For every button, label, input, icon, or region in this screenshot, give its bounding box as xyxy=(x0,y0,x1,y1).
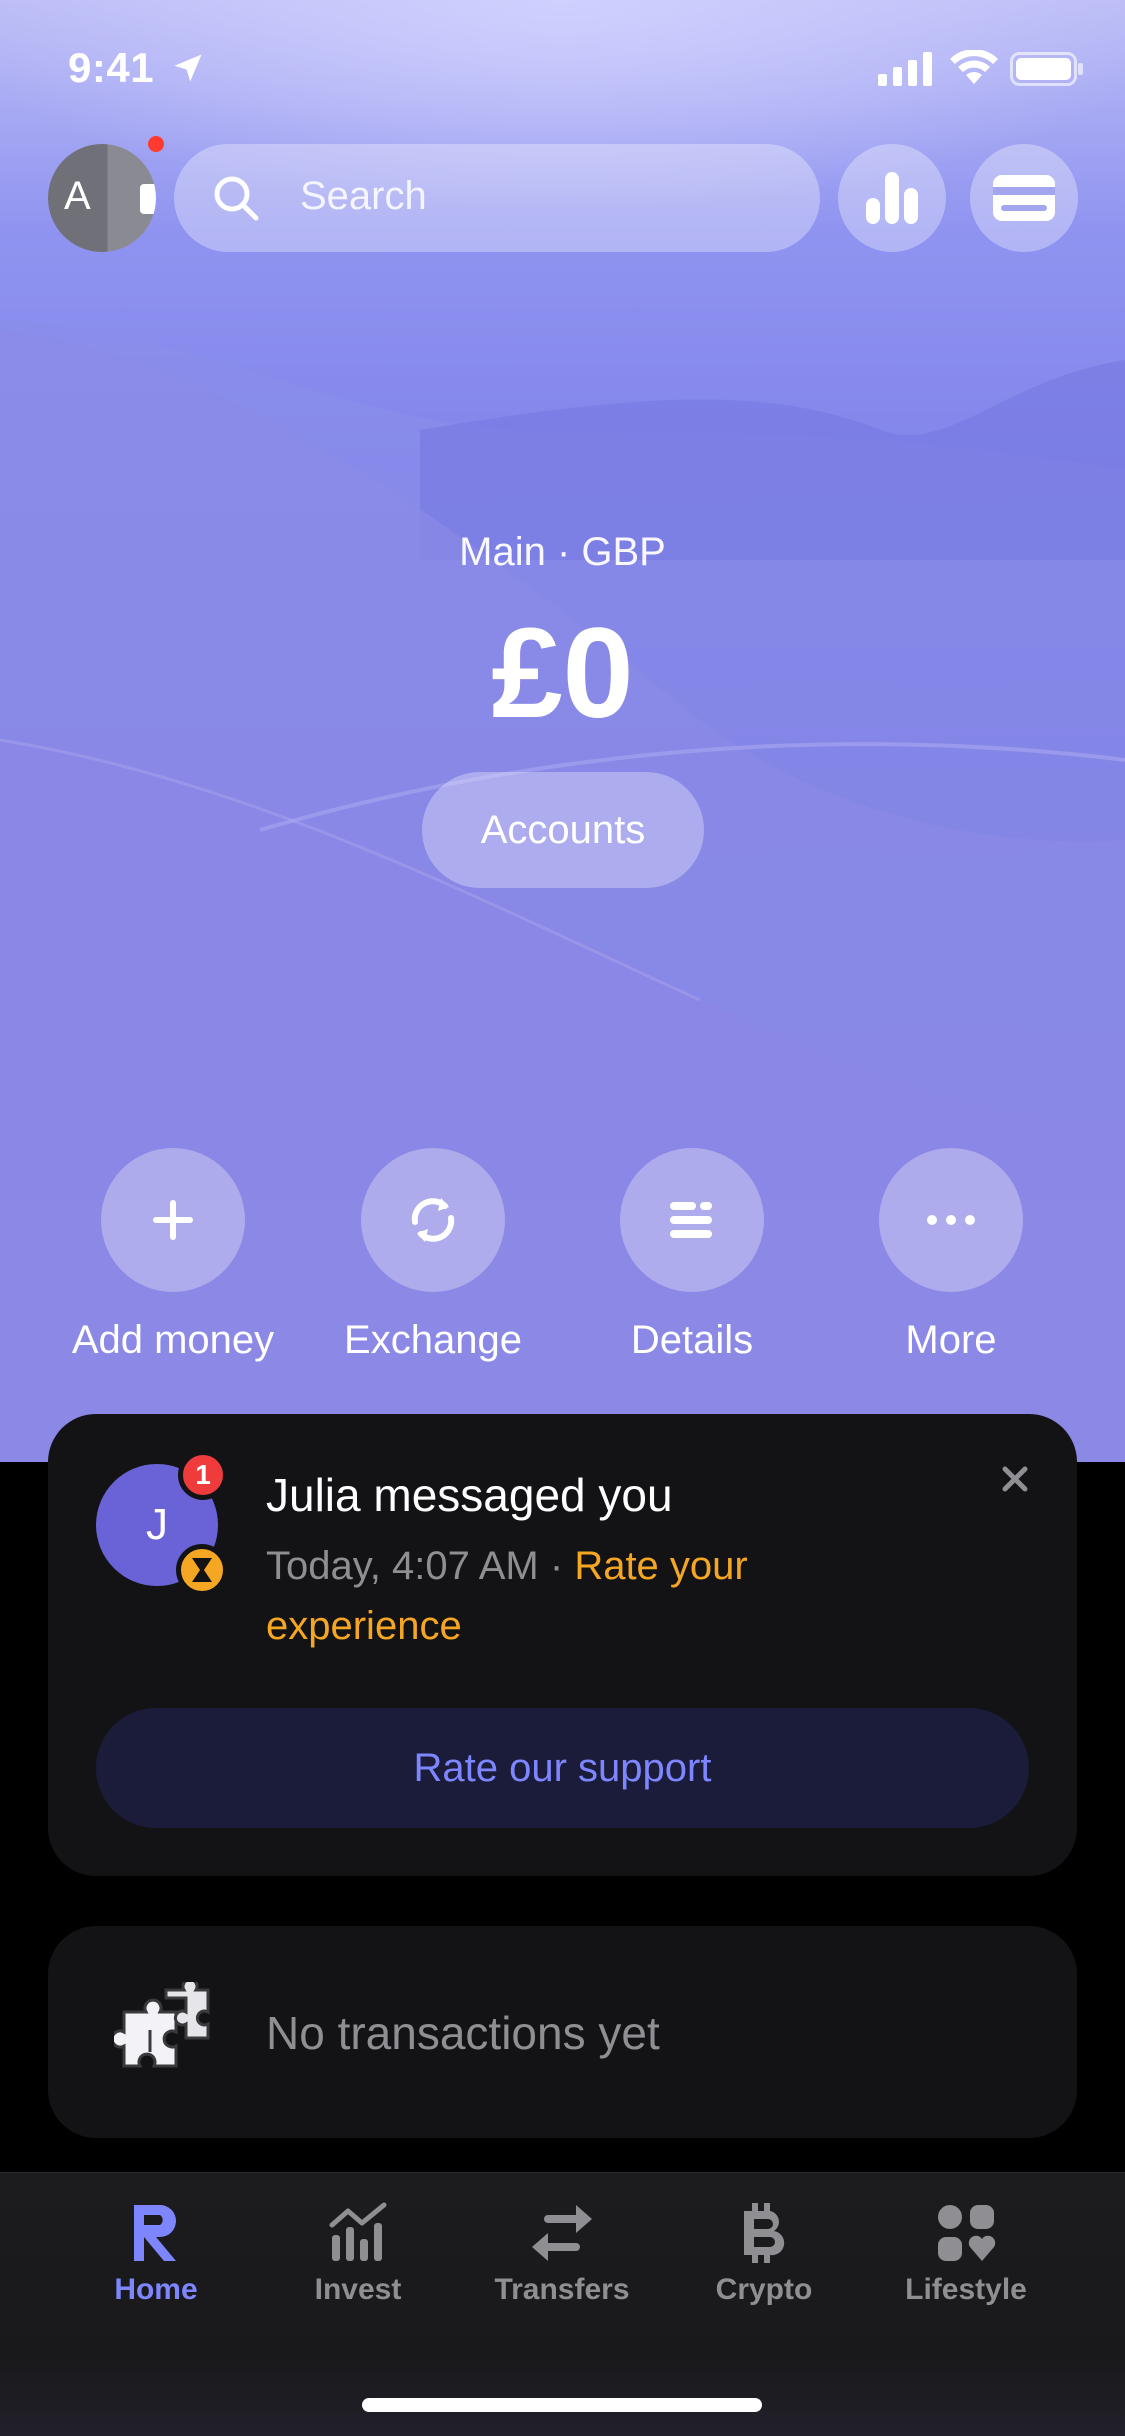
action-label: Exchange xyxy=(344,1318,522,1362)
tab-transfers[interactable]: Transfers xyxy=(462,2201,662,2307)
battery-icon xyxy=(1010,52,1083,86)
more-icon xyxy=(927,1215,975,1225)
tab-label: Transfers xyxy=(494,2273,630,2306)
transfer-arrows-icon xyxy=(532,2205,592,2261)
revolut-logo-icon xyxy=(134,2205,176,2261)
home-screen: 9:41 A Search Main · GBP £0 Accounts Add… xyxy=(0,0,1125,2436)
card-icon xyxy=(993,175,1055,221)
action-label: More xyxy=(905,1318,997,1362)
pending-badge xyxy=(176,1544,228,1596)
exchange-circle[interactable] xyxy=(361,1148,505,1292)
add-money-circle[interactable] xyxy=(101,1148,245,1292)
message-title: Julia messaged you xyxy=(266,1469,673,1521)
lifestyle-icon xyxy=(938,2205,996,2261)
plus-icon xyxy=(153,1200,193,1240)
unread-badge: 1 xyxy=(178,1450,228,1500)
message-subtitle: Today, 4:07 AM · Rate your experience xyxy=(266,1536,906,1656)
exchange-icon xyxy=(411,1198,455,1242)
tab-crypto[interactable]: Crypto xyxy=(664,2201,864,2307)
details-button[interactable]: Details xyxy=(562,1148,822,1363)
add-money-button[interactable]: Add money xyxy=(43,1148,303,1363)
message-notification-card[interactable]: J 1 Julia messaged you Today, 4:07 AM · … xyxy=(48,1414,1077,1876)
chart-icon xyxy=(329,2202,387,2261)
avatar-initial: A xyxy=(64,174,91,218)
message-separator: · xyxy=(538,1544,575,1588)
tab-label: Invest xyxy=(314,2273,402,2306)
cards-button[interactable] xyxy=(970,144,1078,252)
tab-label: Lifestyle xyxy=(905,2273,1027,2306)
wifi-icon xyxy=(950,50,998,84)
notification-dot xyxy=(148,136,164,152)
search-placeholder: Search xyxy=(300,174,427,218)
tab-lifestyle[interactable]: Lifestyle xyxy=(866,2201,1066,2307)
cellular-signal-icon xyxy=(878,52,932,86)
transactions-card: No transactions yet xyxy=(48,1926,1077,2138)
location-arrow-icon xyxy=(174,54,202,82)
close-icon[interactable] xyxy=(1000,1464,1030,1494)
balance-amount: £0 xyxy=(491,602,634,745)
no-transactions-text: No transactions yet xyxy=(266,2007,660,2059)
status-time: 9:41 xyxy=(68,44,155,91)
accounts-button[interactable]: Accounts xyxy=(422,772,704,888)
tab-bar: Home Invest Transfers Crypto Lifestyle xyxy=(0,2172,1125,2436)
more-circle[interactable] xyxy=(879,1148,1023,1292)
message-timestamp: Today, 4:07 AM xyxy=(266,1544,539,1588)
more-button[interactable]: More xyxy=(821,1148,1081,1363)
avatar-secondary-glyph xyxy=(140,184,156,214)
home-indicator xyxy=(362,2398,762,2412)
bar-chart-icon xyxy=(866,172,918,224)
rate-support-button[interactable]: Rate our support xyxy=(96,1708,1029,1828)
account-label: Main · GBP xyxy=(459,530,666,574)
action-label: Add money xyxy=(71,1318,275,1362)
tab-home[interactable]: Home xyxy=(56,2201,256,2307)
profile-avatar[interactable]: A xyxy=(48,144,156,252)
tab-label: Home xyxy=(114,2273,198,2306)
tab-label: Crypto xyxy=(715,2273,813,2306)
status-bar: 9:41 xyxy=(0,0,1125,140)
details-icon xyxy=(670,1202,712,1238)
tab-invest[interactable]: Invest xyxy=(258,2201,458,2307)
puzzle-icon xyxy=(114,1982,210,2068)
action-label: Details xyxy=(630,1318,754,1362)
exchange-button[interactable]: Exchange xyxy=(303,1148,563,1363)
search-icon xyxy=(214,176,259,221)
details-circle[interactable] xyxy=(620,1148,764,1292)
search-bar[interactable]: Search xyxy=(174,144,820,252)
bitcoin-icon xyxy=(744,2203,785,2263)
analytics-button[interactable] xyxy=(838,144,946,252)
hourglass-icon xyxy=(192,1558,212,1582)
